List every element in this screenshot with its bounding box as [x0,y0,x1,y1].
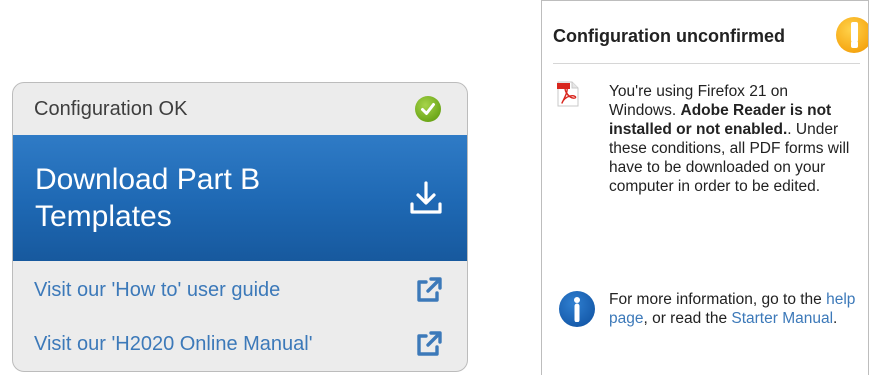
check-circle-icon [415,96,441,122]
download-part-b-templates-button[interactable]: Download Part B Templates [13,135,467,261]
configuration-status-row: Configuration OK [13,83,467,135]
configuration-unconfirmed-panel: Configuration unconfirmed You're using F… [541,0,869,375]
adobe-reader-warning-message: You're using Firefox 21 on Windows. Adob… [609,82,859,196]
download-icon [410,181,442,214]
info-middle: , or read the [643,310,732,327]
how-to-user-guide-link-text: Visit our 'How to' user guide [34,278,281,301]
info-prefix: For more information, go to the [609,291,827,308]
more-information-text: For more information, go to the help pag… [609,290,859,328]
download-button-label: Download Part B Templates [35,162,261,234]
how-to-user-guide-link[interactable]: Visit our 'How to' user guide [13,265,467,315]
info-suffix: . [833,310,838,327]
configuration-status-text: Configuration OK [34,97,188,120]
external-link-icon [417,331,442,356]
warning-icon [836,17,868,53]
external-link-icon [417,277,442,302]
starter-manual-link[interactable]: Starter Manual [731,310,833,327]
info-icon [559,291,595,327]
panel-title: Configuration unconfirmed [553,26,785,46]
configuration-panel: Configuration OK Download Part B Templat… [12,82,468,372]
h2020-online-manual-link[interactable]: Visit our 'H2020 Online Manual' [13,319,467,369]
panel-header: Configuration unconfirmed [553,17,868,64]
h2020-online-manual-link-text: Visit our 'H2020 Online Manual' [34,332,313,355]
pdf-file-icon [557,81,579,107]
